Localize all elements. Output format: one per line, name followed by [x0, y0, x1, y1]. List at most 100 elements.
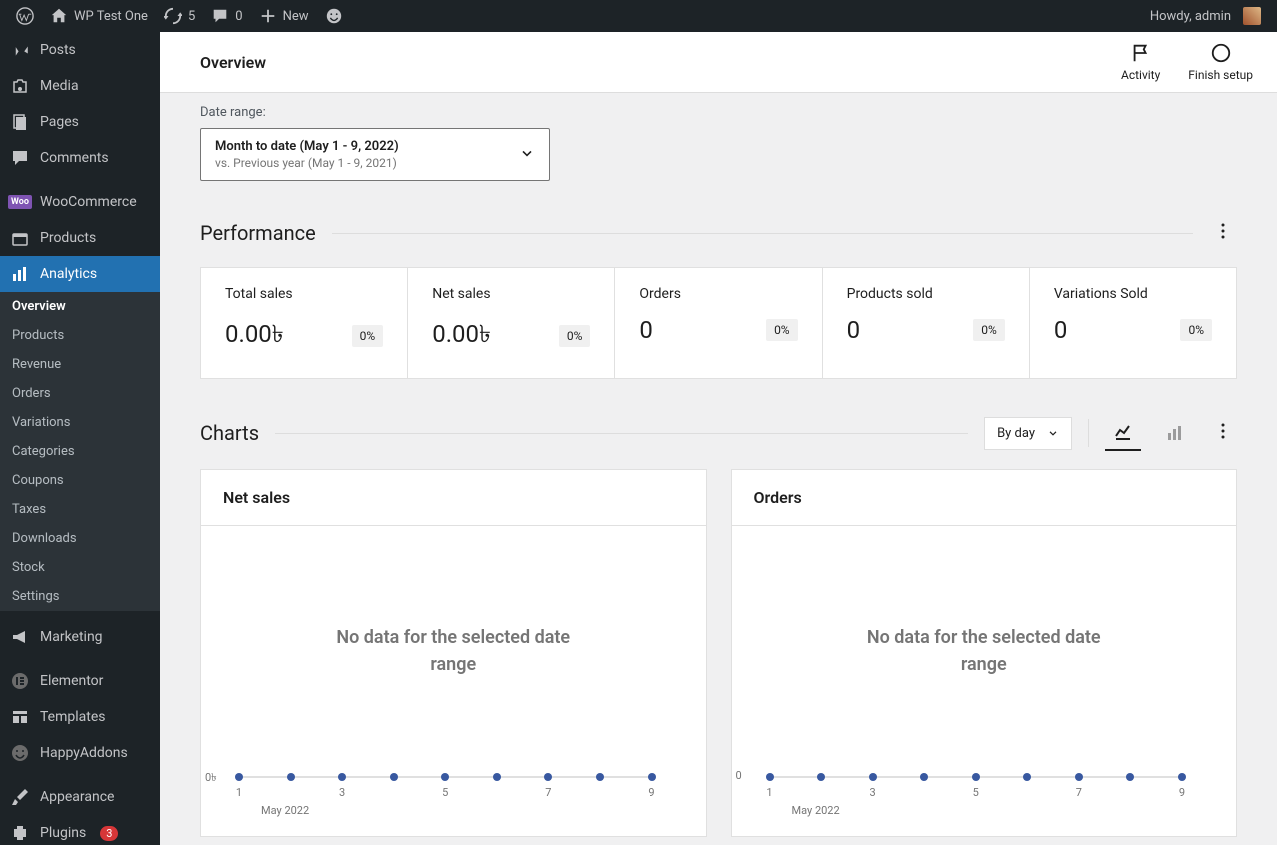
- submenu-overview[interactable]: Overview: [0, 292, 160, 321]
- submenu-taxes[interactable]: Taxes: [0, 495, 160, 524]
- performance-menu[interactable]: [1209, 217, 1237, 249]
- submenu-stock[interactable]: Stock: [0, 553, 160, 582]
- submenu-revenue[interactable]: Revenue: [0, 350, 160, 379]
- new-content[interactable]: New: [251, 0, 317, 32]
- perf-value: 0: [639, 316, 653, 344]
- interval-selector[interactable]: By day: [984, 417, 1072, 450]
- happy-addons-ab[interactable]: [317, 0, 351, 32]
- finish-setup-button[interactable]: Finish setup: [1188, 42, 1253, 82]
- analytics-icon: [10, 264, 30, 284]
- chart-nodata: No data for the selected date range: [323, 624, 583, 678]
- updates-count: 5: [188, 9, 195, 24]
- kebab-icon: [1213, 221, 1233, 241]
- tick: [766, 773, 774, 781]
- user-greeting[interactable]: Howdy, admin: [1142, 0, 1269, 32]
- interval-label: By day: [997, 426, 1035, 441]
- sidebar-item-label: Marketing: [40, 629, 103, 645]
- performance-title: Performance: [200, 221, 316, 245]
- activity-label: Activity: [1121, 68, 1160, 82]
- pages-icon: [10, 112, 30, 132]
- charts-menu[interactable]: [1209, 417, 1237, 449]
- sidebar-item-pages[interactable]: Pages: [0, 104, 160, 140]
- avatar: [1243, 7, 1261, 25]
- sidebar-item-appearance[interactable]: Appearance: [0, 779, 160, 815]
- perf-card-orders[interactable]: Orders 00%: [615, 268, 822, 378]
- comments-count: 0: [235, 9, 242, 24]
- sidebar-item-label: Appearance: [40, 789, 114, 805]
- tick-label: 9: [1179, 786, 1185, 799]
- sidebar-item-elementor[interactable]: Elementor: [0, 663, 160, 699]
- sidebar-item-plugins[interactable]: Plugins3: [0, 815, 160, 845]
- chevron-down-icon: [519, 145, 535, 165]
- perf-value: 0.00৳: [432, 316, 491, 356]
- sidebar-item-woocommerce[interactable]: WooWooCommerce: [0, 184, 160, 220]
- plus-icon: [259, 7, 277, 25]
- submenu-settings[interactable]: Settings: [0, 582, 160, 611]
- tick: [648, 773, 656, 781]
- divider: [275, 433, 968, 434]
- tick: [596, 773, 604, 781]
- submenu-categories[interactable]: Categories: [0, 437, 160, 466]
- perf-label: Variations Sold: [1054, 286, 1212, 302]
- sidebar-item-media[interactable]: Media: [0, 68, 160, 104]
- submenu-orders[interactable]: Orders: [0, 379, 160, 408]
- pin-icon: [10, 40, 30, 60]
- greeting-text: Howdy, admin: [1150, 9, 1231, 24]
- perf-card-variations-sold[interactable]: Variations Sold 00%: [1030, 268, 1236, 378]
- tick: [493, 773, 501, 781]
- new-label: New: [283, 9, 309, 24]
- y-zero-label: 0৳: [205, 769, 217, 788]
- sidebar-item-marketing[interactable]: Marketing: [0, 619, 160, 655]
- submenu-variations[interactable]: Variations: [0, 408, 160, 437]
- sidebar-item-templates[interactable]: Templates: [0, 699, 160, 735]
- chart-net-sales: Net sales No data for the selected date …: [200, 469, 707, 837]
- perf-value: 0: [1054, 316, 1068, 344]
- site-link[interactable]: WP Test One: [42, 0, 156, 32]
- perf-card-products-sold[interactable]: Products sold 00%: [823, 268, 1030, 378]
- tick: [1075, 773, 1083, 781]
- sidebar-item-posts[interactable]: Posts: [0, 32, 160, 68]
- perf-label: Net sales: [432, 286, 590, 302]
- submenu-products[interactable]: Products: [0, 321, 160, 350]
- brush-icon: [10, 787, 30, 807]
- updates[interactable]: 5: [156, 0, 203, 32]
- submenu-downloads[interactable]: Downloads: [0, 524, 160, 553]
- tick: [390, 773, 398, 781]
- tick-label: 7: [545, 786, 551, 799]
- templates-icon: [10, 707, 30, 727]
- submenu-coupons[interactable]: Coupons: [0, 466, 160, 495]
- line-chart-toggle[interactable]: [1105, 415, 1141, 451]
- woo-icon: Woo: [10, 192, 30, 212]
- comment-icon: [211, 7, 229, 25]
- sidebar-item-happyaddons[interactable]: HappyAddons: [0, 735, 160, 771]
- sidebar-item-label: Templates: [40, 709, 106, 725]
- date-range-selector[interactable]: Month to date (May 1 - 9, 2022) vs. Prev…: [200, 128, 550, 181]
- activity-button[interactable]: Activity: [1121, 42, 1160, 82]
- bar-chart-toggle[interactable]: [1157, 415, 1193, 451]
- page-header: Overview Activity Finish setup: [160, 32, 1277, 93]
- sidebar-item-comments[interactable]: Comments: [0, 140, 160, 176]
- chevron-down-icon: [1047, 427, 1059, 439]
- sidebar-item-products[interactable]: Products: [0, 220, 160, 256]
- wordpress-icon: [16, 7, 34, 25]
- perf-delta: 0%: [559, 325, 591, 347]
- perf-value: 0: [847, 316, 861, 344]
- site-name: WP Test One: [74, 9, 148, 24]
- comments[interactable]: 0: [203, 0, 250, 32]
- date-range-label: Date range:: [200, 105, 1237, 120]
- perf-card-net-sales[interactable]: Net sales 0.00৳ 0%: [408, 268, 615, 378]
- tick: [920, 773, 928, 781]
- tick-label: 1: [766, 786, 772, 799]
- sidebar-item-label: Media: [40, 78, 79, 94]
- tick-label: 1: [236, 786, 242, 799]
- tick: [441, 773, 449, 781]
- perf-label: Total sales: [225, 286, 383, 302]
- wp-logo[interactable]: [8, 0, 42, 32]
- sidebar-item-label: Pages: [40, 114, 79, 130]
- page-title: Overview: [200, 53, 266, 72]
- tick: [287, 773, 295, 781]
- products-icon: [10, 228, 30, 248]
- charts-title: Charts: [200, 421, 259, 445]
- perf-card-total-sales[interactable]: Total sales 0.00৳0%: [201, 268, 408, 378]
- sidebar-item-analytics[interactable]: Analytics: [0, 256, 160, 292]
